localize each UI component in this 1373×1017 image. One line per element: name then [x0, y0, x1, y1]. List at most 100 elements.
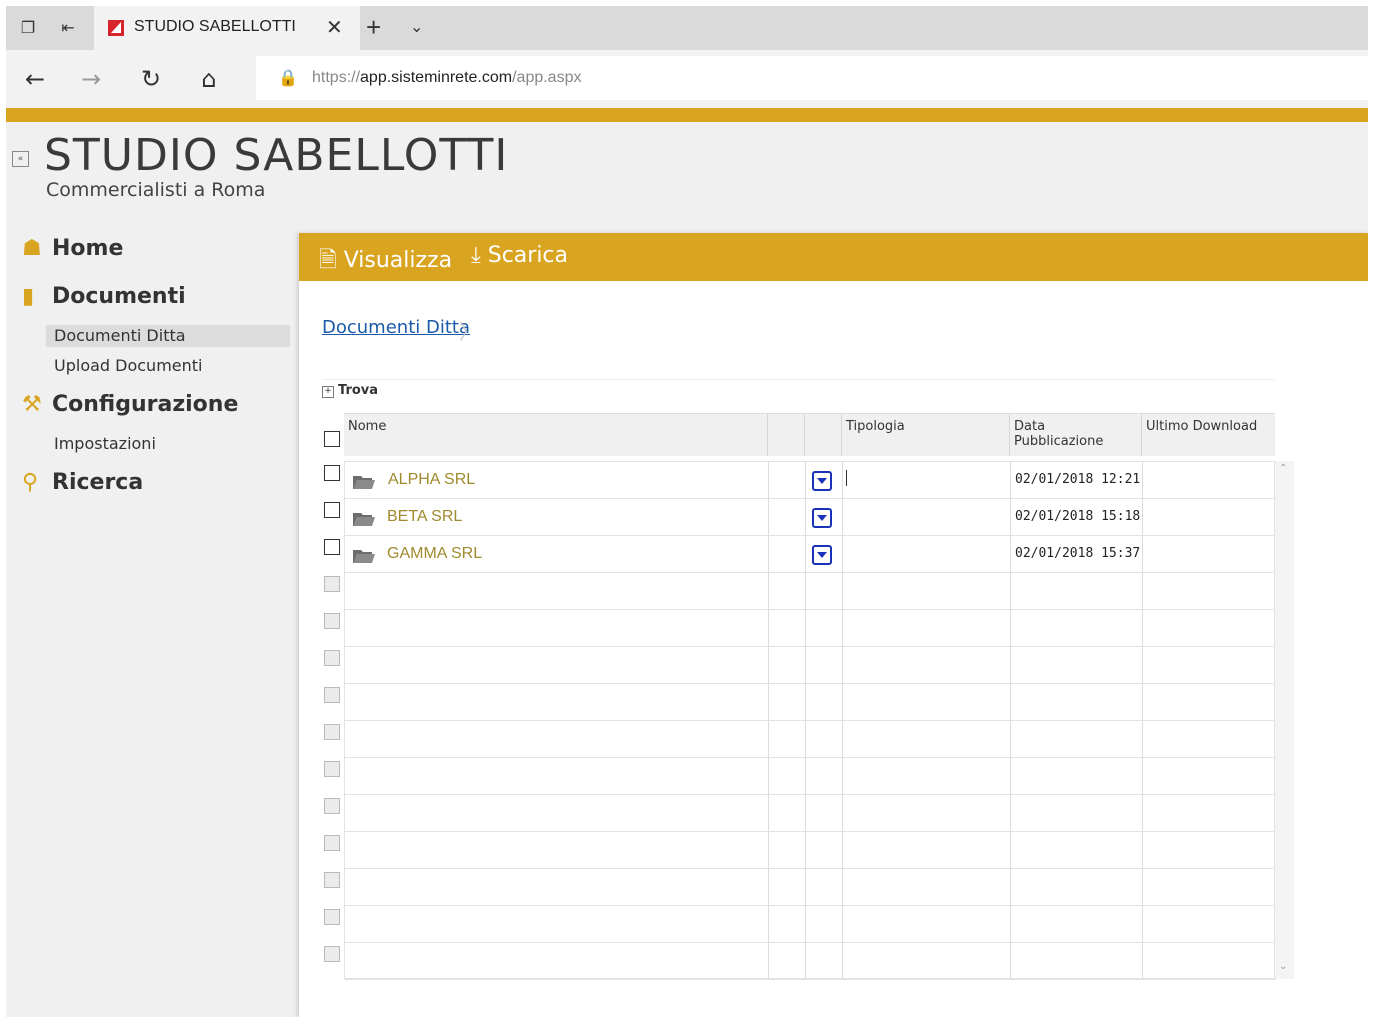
address-bar[interactable]: 🔒 https://app.sisteminrete.com/app.aspx [256, 56, 1368, 100]
grid-scrollbar[interactable]: ⌃ ⌄ [1275, 461, 1294, 979]
tab-title: STUDIO SABELLOTTI [134, 18, 296, 35]
row-checkbox-disabled [324, 835, 340, 851]
home-icon: ☗ [22, 236, 42, 261]
publication-date: 02/01/2018 15:37 [1015, 546, 1141, 561]
sidebar-item-configurazione[interactable]: ⚒ Configurazione [22, 392, 238, 417]
url-text: https://app.sisteminrete.com/app.aspx [312, 69, 581, 87]
tab-preview-icon[interactable]: ⇤ [56, 16, 80, 40]
page-title: STUDIO SABELLOTTI [44, 130, 509, 181]
sidebar-item-upload-documenti[interactable]: Upload Documenti [46, 355, 290, 377]
download-dropdown-icon[interactable] [812, 471, 832, 491]
folder-open-icon: ▮ [22, 284, 35, 309]
document-icon: 🗎 [319, 248, 337, 273]
column-header-nome[interactable]: Nome [344, 414, 768, 456]
row-checkbox[interactable] [324, 465, 340, 481]
select-all-checkbox[interactable] [324, 431, 340, 447]
publication-date: 02/01/2018 15:18 [1015, 509, 1141, 524]
scarica-button[interactable]: ⤓ Scarica [471, 243, 568, 268]
visualizza-label: Visualizza [343, 248, 453, 273]
tab-bar: ❐ ⇤ STUDIO SABELLOTTI ✕ + ⌄ [6, 6, 1368, 50]
column-header-tipologia[interactable]: Tipologia [842, 414, 1010, 456]
folder-name[interactable]: BETA SRL [387, 508, 462, 526]
breadcrumb[interactable]: Documenti Ditta [322, 317, 470, 338]
page-subtitle: Commercialisti a Roma [46, 179, 266, 201]
folder-icon [353, 513, 375, 526]
empty-row [345, 610, 1276, 647]
folder-icon [353, 550, 375, 563]
sidebar-item-label: Home [52, 236, 124, 261]
download-icon: ⤓ [471, 243, 481, 268]
scroll-down-icon[interactable]: ⌄ [1279, 961, 1287, 972]
empty-row [345, 832, 1276, 869]
sidebar-item-documenti[interactable]: ▮ Documenti [22, 284, 186, 309]
row-checkbox-disabled [324, 724, 340, 740]
row-checkbox-disabled [324, 761, 340, 777]
navigation-bar: ← → ↻ ⌂ 🔒 https://app.sisteminrete.com/a… [6, 50, 1368, 108]
grid-header: Nome Tipologia Data Pubblicazione Ultimo… [344, 413, 1275, 456]
breadcrumb-separator-icon: 〉 [459, 320, 479, 344]
row-checkbox-disabled [324, 687, 340, 703]
browser-window: ❐ ⇤ STUDIO SABELLOTTI ✕ + ⌄ ← → ↻ ⌂ 🔒 ht… [6, 6, 1368, 1017]
sidebar-item-documenti-ditta[interactable]: Documenti Ditta [46, 325, 290, 347]
empty-row [345, 795, 1276, 832]
folder-name[interactable]: GAMMA SRL [387, 545, 482, 563]
scroll-up-icon[interactable]: ⌃ [1279, 463, 1287, 474]
empty-row [345, 758, 1276, 795]
refresh-icon[interactable]: ↻ [136, 64, 166, 94]
visualizza-button[interactable]: 🗎 Visualizza [319, 243, 452, 281]
column-header-data-pubblicazione[interactable]: Data Pubblicazione [1010, 414, 1142, 456]
chevron-down-icon[interactable]: ⌄ [410, 17, 423, 36]
column-header-actions [805, 414, 842, 456]
empty-row [345, 906, 1276, 943]
folder-name[interactable]: ALPHA SRL [388, 471, 475, 489]
search-icon: ⚲ [22, 470, 39, 495]
accent-bar [6, 108, 1368, 122]
empty-row [345, 943, 1276, 980]
sidebar-item-home[interactable]: ☗ Home [22, 236, 123, 261]
sidebar-item-impostazioni[interactable]: Impostazioni [46, 433, 290, 455]
tab-studio-sabellotti[interactable]: STUDIO SABELLOTTI ✕ [94, 6, 360, 50]
row-checkbox-disabled [324, 613, 340, 629]
tabs-aside-icon[interactable]: ❐ [16, 16, 40, 40]
row-checkbox-disabled [324, 576, 340, 592]
site-favicon-icon [108, 20, 124, 36]
empty-row [345, 684, 1276, 721]
text-cursor [846, 470, 847, 486]
empty-row [345, 647, 1276, 684]
folder-icon [353, 476, 375, 489]
url-scheme: https:// [312, 69, 361, 86]
row-checkbox-disabled [324, 872, 340, 888]
scarica-label: Scarica [487, 243, 569, 268]
find-toggle[interactable]: + Trova [322, 383, 378, 398]
column-header-empty [768, 414, 805, 456]
column-header-ultimo-download[interactable]: Ultimo Download [1142, 414, 1275, 456]
documents-grid: ALPHA SRL 02/01/2018 12:21 BETA SRL 02/0… [344, 461, 1276, 980]
empty-row [345, 573, 1276, 610]
sidebar-item-ricerca[interactable]: ⚲ Ricerca [22, 470, 143, 495]
table-row[interactable]: ALPHA SRL 02/01/2018 12:21 [345, 462, 1276, 499]
sidebar-item-label: Configurazione [52, 392, 239, 417]
new-tab-icon[interactable]: + [366, 12, 381, 43]
download-dropdown-icon[interactable] [812, 508, 832, 528]
row-checkbox-disabled [324, 909, 340, 925]
toolbar: 🗎 Visualizza ⤓ Scarica [299, 233, 1368, 281]
back-arrow-icon[interactable]: ← [20, 64, 50, 94]
table-row[interactable]: GAMMA SRL 02/01/2018 15:37 [345, 536, 1276, 573]
forward-arrow-icon[interactable]: → [76, 64, 106, 94]
url-host: app.sisteminrete.com [360, 69, 513, 86]
table-row[interactable]: BETA SRL 02/01/2018 15:18 [345, 499, 1276, 536]
row-checkbox[interactable] [324, 539, 340, 555]
collapse-sidebar-icon[interactable]: « [12, 151, 29, 167]
empty-row [345, 869, 1276, 906]
lock-icon: 🔒 [278, 68, 298, 87]
sidebar-item-label: Documenti [52, 284, 186, 309]
home-icon[interactable]: ⌂ [194, 64, 224, 94]
row-checkbox-disabled [324, 946, 340, 962]
download-dropdown-icon[interactable] [812, 545, 832, 565]
empty-row [345, 721, 1276, 758]
find-label: Trova [338, 383, 379, 398]
close-tab-icon[interactable]: ✕ [326, 15, 343, 39]
publication-date: 02/01/2018 12:21 [1015, 472, 1141, 487]
find-divider [322, 379, 1275, 380]
row-checkbox[interactable] [324, 502, 340, 518]
